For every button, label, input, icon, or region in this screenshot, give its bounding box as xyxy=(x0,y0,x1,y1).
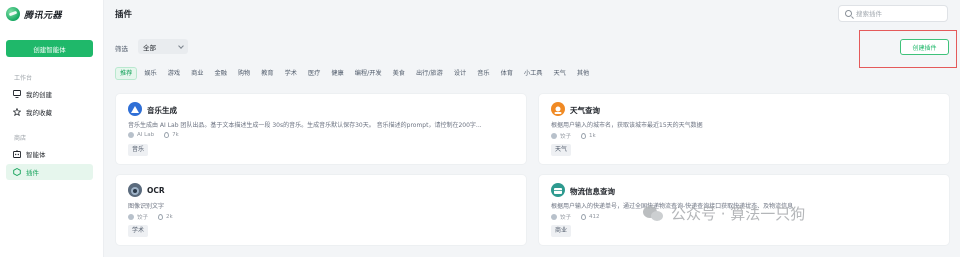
star-icon xyxy=(13,108,21,116)
tag-education[interactable]: 教育 xyxy=(257,67,277,80)
page-title: 插件 xyxy=(115,10,133,20)
card-title: 天气查询 xyxy=(570,106,600,115)
card-title: OCR xyxy=(147,186,165,195)
watermark-text: 公众号 · 算法一只狗 xyxy=(671,205,806,223)
sidebar-item-label: 我的创建 xyxy=(26,91,52,99)
search-icon xyxy=(845,10,852,17)
tag-programming[interactable]: 编程/开发 xyxy=(351,67,386,80)
author-avatar-icon xyxy=(551,214,557,220)
heat-icon xyxy=(164,132,170,138)
author-avatar-icon xyxy=(128,132,134,138)
music-plugin-icon xyxy=(128,102,142,116)
sidebar-item-my-created[interactable]: 我的创建 xyxy=(6,86,93,102)
filter-label: 筛选 xyxy=(115,45,128,53)
card-author: 饺子 xyxy=(560,215,572,221)
filter-select[interactable]: 全部 xyxy=(138,39,188,54)
logistics-plugin-icon xyxy=(551,183,565,197)
card-description: 根据用户输入的城市名，获取该城市最近15天的天气数据 xyxy=(551,122,703,129)
sidebar: 腾讯元器 创建智能体 工作台 我的创建 我的收藏 商店 智能体 插件 xyxy=(0,0,104,257)
tag-medical[interactable]: 医疗 xyxy=(304,67,324,80)
author-avatar-icon xyxy=(551,133,557,139)
card-author: AI Lab xyxy=(137,132,155,138)
tag-health[interactable]: 健康 xyxy=(327,67,347,80)
card-category-tag: 商业 xyxy=(551,225,572,237)
card-author: 饺子 xyxy=(137,215,149,221)
app-logo[interactable]: 腾讯元器 xyxy=(6,7,62,21)
weather-plugin-icon xyxy=(551,102,565,116)
tag-business[interactable]: 商业 xyxy=(187,67,207,80)
search-input[interactable] xyxy=(856,9,941,18)
section-title-store: 商店 xyxy=(14,135,27,142)
monitor-icon xyxy=(13,90,21,98)
plugin-icon xyxy=(13,168,21,176)
plugin-card-music[interactable]: 音乐生成 音乐生成由 AI Lab 团队出品。基于文本描述生成一段 30s的音乐… xyxy=(115,93,527,165)
tag-sports[interactable]: 体育 xyxy=(497,67,517,80)
app-name: 腾讯元器 xyxy=(24,10,63,21)
tag-academic[interactable]: 学术 xyxy=(281,67,301,80)
tag-shopping[interactable]: 购物 xyxy=(234,67,254,80)
watermark: 公众号 · 算法一只狗 xyxy=(643,203,805,224)
tag-weather[interactable]: 天气 xyxy=(550,67,570,80)
card-category-tag: 天气 xyxy=(551,144,572,156)
card-meta: 饺子 412 xyxy=(551,213,600,221)
card-heat: 1k xyxy=(589,133,596,139)
card-title: 物流信息查询 xyxy=(570,187,615,196)
author-avatar-icon xyxy=(128,214,134,220)
chevron-down-icon xyxy=(178,42,184,49)
card-author: 饺子 xyxy=(560,134,572,140)
card-heat: 7k xyxy=(172,132,179,138)
tag-design[interactable]: 设计 xyxy=(450,67,470,80)
sidebar-item-label: 智能体 xyxy=(26,151,46,159)
sidebar-item-label: 我的收藏 xyxy=(26,109,52,117)
tag-tools[interactable]: 小工具 xyxy=(520,67,547,80)
heat-icon xyxy=(581,133,587,139)
logo-icon xyxy=(6,7,20,21)
section-title-workbench: 工作台 xyxy=(14,75,33,82)
tag-travel[interactable]: 出行/旅游 xyxy=(412,67,447,80)
card-meta: AI Lab 7k xyxy=(128,132,179,138)
card-meta: 饺子 2k xyxy=(128,213,173,221)
tag-entertainment[interactable]: 娱乐 xyxy=(140,67,160,80)
card-meta: 饺子 1k xyxy=(551,132,596,140)
sidebar-item-agents[interactable]: 智能体 xyxy=(6,146,93,162)
plugin-card-ocr[interactable]: OCR 图像识别文字 饺子 2k 学术 xyxy=(115,174,527,246)
wechat-icon xyxy=(643,204,665,224)
main-content: 插件 筛选 全部 创建插件 推荐 娱乐 游戏 商业 金融 购物 教育 学术 医疗… xyxy=(105,0,960,257)
card-title: 音乐生成 xyxy=(147,106,177,115)
create-plugin-button[interactable]: 创建插件 xyxy=(900,39,949,55)
tag-finance[interactable]: 金融 xyxy=(211,67,231,80)
card-heat: 412 xyxy=(589,214,600,220)
plugin-card-weather[interactable]: 天气查询 根据用户输入的城市名，获取该城市最近15天的天气数据 饺子 1k 天气 xyxy=(538,93,950,165)
tag-recommended[interactable]: 推荐 xyxy=(115,67,138,80)
filter-selected-value: 全部 xyxy=(143,43,156,52)
card-description: 图像识别文字 xyxy=(128,203,165,210)
sidebar-item-my-favorites[interactable]: 我的收藏 xyxy=(6,104,93,120)
tag-food[interactable]: 美食 xyxy=(389,67,409,80)
card-category-tag: 音乐 xyxy=(128,144,149,156)
sidebar-item-plugins[interactable]: 插件 xyxy=(6,164,93,180)
search-box[interactable] xyxy=(838,5,948,22)
tag-games[interactable]: 游戏 xyxy=(164,67,184,80)
create-agent-button[interactable]: 创建智能体 xyxy=(6,40,93,57)
create-plugin-highlight: 创建插件 xyxy=(859,30,957,68)
tag-other[interactable]: 其他 xyxy=(573,67,593,80)
card-heat: 2k xyxy=(166,214,173,220)
card-category-tag: 学术 xyxy=(128,225,149,237)
tag-music[interactable]: 音乐 xyxy=(473,67,493,80)
heat-icon xyxy=(581,214,587,220)
sidebar-item-label: 插件 xyxy=(26,169,39,177)
agent-icon xyxy=(13,150,21,158)
heat-icon xyxy=(158,214,164,220)
card-description: 音乐生成由 AI Lab 团队出品。基于文本描述生成一段 30s的音乐。生成音乐… xyxy=(128,122,482,129)
category-tags: 推荐 娱乐 游戏 商业 金融 购物 教育 学术 医疗 健康 编程/开发 美食 出… xyxy=(115,67,593,80)
ocr-plugin-icon xyxy=(128,183,142,197)
